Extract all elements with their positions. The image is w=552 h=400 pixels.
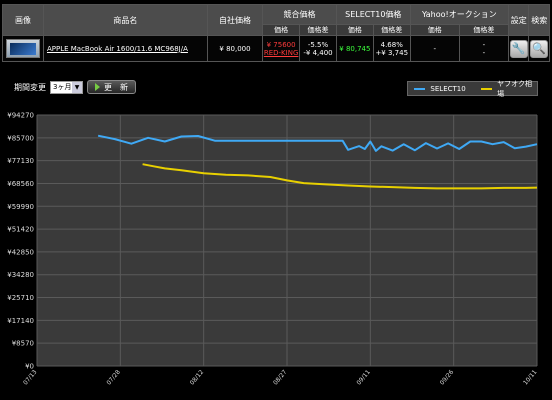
update-button-label: 更 新 [104, 82, 128, 92]
yahoo-diff-1: - [482, 40, 486, 49]
chevron-down-icon: ▼ [72, 81, 82, 93]
own-price: ¥ 80,000 [206, 35, 264, 62]
product-thumbnail[interactable] [5, 39, 40, 58]
y-tick-label: ¥34280 [7, 271, 34, 279]
col-search: 検索 [528, 4, 550, 36]
legend-label-yahoo: ヤフオク相場 [497, 79, 532, 98]
x-tick-label: 08/27 [272, 369, 289, 387]
yahoo-diff-cell: - - [458, 35, 509, 62]
magnifier-icon[interactable]: 🔍 [530, 39, 549, 58]
legend-swatch-select10 [414, 87, 426, 90]
settings-cell: 🔧 [507, 35, 530, 62]
sub-diff: 価格差 [299, 24, 337, 36]
wrench-icon[interactable]: 🔧 [509, 39, 528, 58]
y-tick-label: ¥17140 [7, 317, 34, 325]
y-tick-label: ¥85700 [7, 134, 34, 142]
x-tick-label: 07/13 [22, 369, 39, 387]
competitor-diff-cell: -5.5% -¥ 4,400 [299, 35, 337, 62]
product-name-link[interactable]: APPLE MacBook Air 1600/11.6 MC968J/A [42, 35, 208, 62]
col-competitor: 競合価格 [262, 4, 337, 25]
y-tick-label: ¥42850 [7, 248, 34, 256]
period-select[interactable]: 3ヶ月 ▼ [50, 80, 83, 94]
yahoo-diff-2: - [482, 48, 486, 57]
x-tick-label: 09/11 [355, 369, 372, 387]
competitor-shop-link[interactable]: RED-KING [263, 49, 299, 57]
y-tick-label: ¥8570 [12, 340, 34, 348]
legend-swatch-yahoo [480, 87, 493, 90]
period-controls: 期間変更 3ヶ月 ▼ 更 新 [14, 80, 136, 94]
col-own-price: 自社価格 [206, 4, 264, 36]
y-tick-label: ¥25710 [7, 294, 34, 302]
period-value: 3ヶ月 [53, 83, 72, 91]
legend-label-select10: SELECT10 [430, 84, 466, 93]
col-select10: SELECT10価格 [335, 4, 411, 25]
table-row: APPLE MacBook Air 1600/11.6 MC968J/A ¥ 8… [2, 35, 550, 62]
col-product-name: 商品名 [42, 4, 208, 36]
competitor-diff-pct: -5.5% [307, 40, 329, 49]
update-button[interactable]: 更 新 [87, 80, 136, 94]
y-tick-label: ¥94270 [7, 112, 34, 120]
y-tick-label: ¥51420 [7, 226, 34, 234]
select10-diff-pct: 4.68% [380, 40, 403, 49]
price-history-chart: ¥0¥8570¥17140¥25710¥34280¥42850¥51420¥59… [7, 112, 539, 387]
period-label: 期間変更 [14, 82, 46, 92]
col-settings: 設定 [507, 4, 530, 36]
sub-diff: 価格差 [372, 24, 411, 36]
select10-diff-cell: 4.68% +¥ 3,745 [372, 35, 411, 62]
x-tick-label: 07/28 [105, 369, 122, 387]
y-tick-label: ¥59990 [7, 203, 34, 211]
competitor-diff-yen: -¥ 4,400 [303, 48, 333, 57]
y-tick-label: ¥77130 [7, 157, 34, 165]
competitor-price-cell: ¥ 75600 RED-KING [262, 35, 301, 62]
select10-price: ¥ 80,745 [335, 35, 374, 62]
sub-price: 価格 [409, 24, 460, 36]
product-thumbnail-cell [2, 35, 44, 62]
x-tick-label: 10/11 [522, 369, 539, 387]
x-tick-label: 08/12 [189, 369, 206, 387]
search-cell: 🔍 [528, 35, 550, 62]
x-tick-label: 09/26 [439, 369, 456, 387]
chart-legend: SELECT10 ヤフオク相場 [407, 79, 538, 98]
select10-diff-yen: +¥ 3,745 [375, 48, 409, 57]
product-table: 画像 商品名 自社価格 競合価格 SELECT10価格 Yahoo!オークション… [2, 4, 550, 62]
play-icon [95, 83, 100, 91]
col-yahoo: Yahoo!オークション [409, 4, 509, 25]
competitor-price: ¥ 75600 [266, 40, 296, 49]
yahoo-price: - [409, 35, 460, 62]
sub-price: 価格 [262, 24, 301, 36]
col-image: 画像 [2, 4, 44, 36]
sub-diff: 価格差 [458, 24, 509, 36]
y-tick-label: ¥68560 [7, 180, 34, 188]
sub-price: 価格 [335, 24, 374, 36]
